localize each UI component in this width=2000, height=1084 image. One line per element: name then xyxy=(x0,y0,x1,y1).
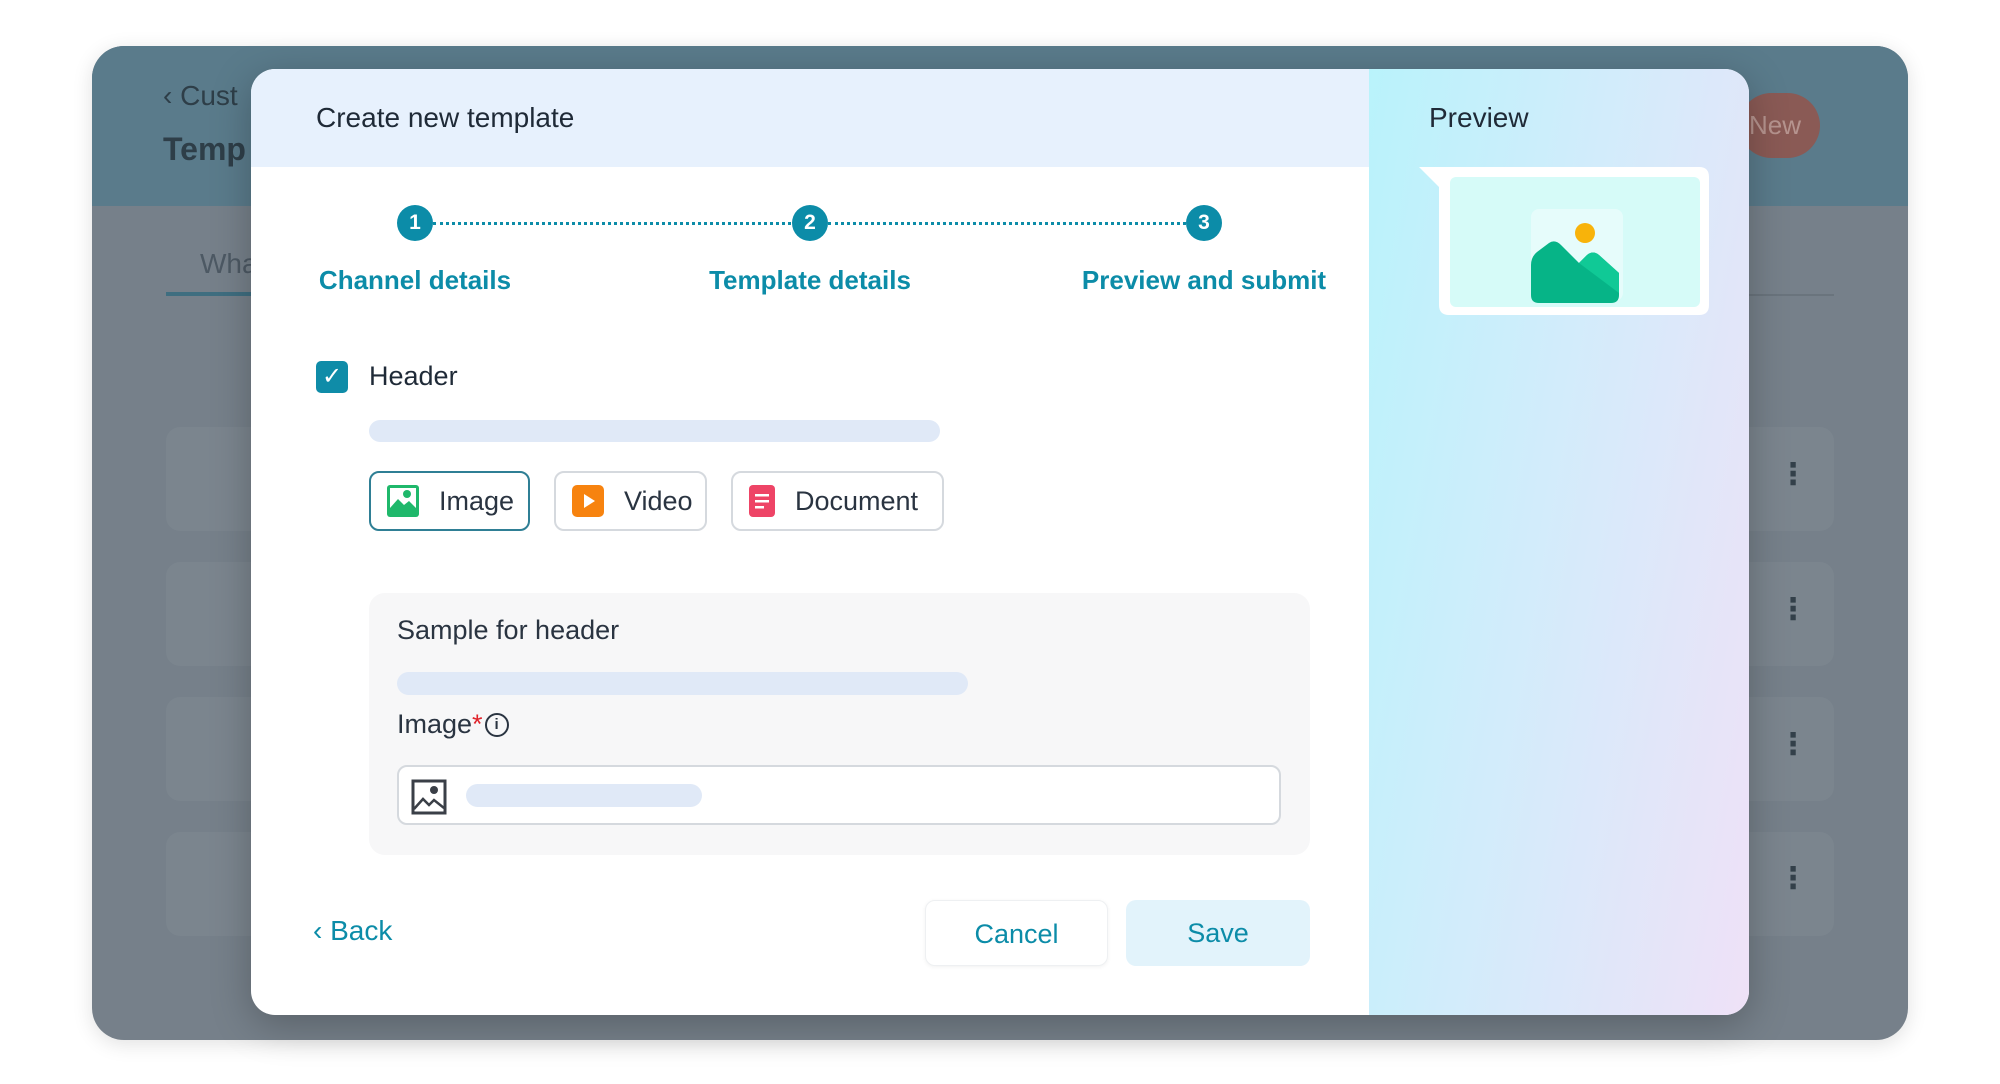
skeleton-bar xyxy=(369,420,940,442)
more-icon[interactable]: ⋮ xyxy=(1778,595,1808,625)
image-placeholder-icon xyxy=(411,779,447,815)
step-1-label[interactable]: Channel details xyxy=(319,265,511,296)
media-type-video-button[interactable]: Video xyxy=(554,471,707,531)
media-type-label: Video xyxy=(624,485,693,516)
background-back-link[interactable]: ‹ Cust xyxy=(163,80,238,112)
image-field-label: Image * i xyxy=(397,709,509,740)
preview-title: Preview xyxy=(1429,102,1529,133)
step-1-indicator[interactable]: 1 xyxy=(397,205,433,241)
image-icon xyxy=(387,485,419,517)
skeleton-bar xyxy=(397,672,968,695)
header-checkbox-label: Header xyxy=(369,361,458,391)
more-icon[interactable]: ⋮ xyxy=(1778,460,1808,490)
media-type-image-button[interactable]: Image xyxy=(369,471,530,531)
media-type-document-button[interactable]: Document xyxy=(731,471,944,531)
field-label-text: Image xyxy=(397,709,473,739)
image-placeholder-icon xyxy=(1531,209,1623,303)
document-icon xyxy=(749,485,775,517)
cancel-button[interactable]: Cancel xyxy=(925,900,1108,966)
media-type-label: Document xyxy=(795,485,919,516)
step-2-indicator[interactable]: 2 xyxy=(792,205,828,241)
sample-section: Sample for header Image * i xyxy=(369,593,1310,855)
stepper-connector xyxy=(828,222,1205,225)
required-mark: * xyxy=(472,709,483,739)
info-icon[interactable]: i xyxy=(484,712,509,737)
stepper-connector xyxy=(433,222,810,225)
preview-panel: Preview xyxy=(1369,69,1749,1015)
video-icon xyxy=(572,485,604,517)
back-label: Back xyxy=(330,915,393,946)
header-checkbox[interactable]: ✓ xyxy=(316,361,348,393)
sample-title: Sample for header xyxy=(397,615,620,645)
step-3-indicator[interactable]: 3 xyxy=(1186,205,1222,241)
step-3-label[interactable]: Preview and submit xyxy=(1082,265,1326,296)
create-template-modal: Create new template 1 2 3 Channel detail… xyxy=(251,69,1749,1015)
media-type-label: Image xyxy=(439,485,515,516)
background-page-title: Temp xyxy=(163,131,246,167)
background-tab[interactable]: Wha xyxy=(200,248,258,280)
image-upload-input[interactable] xyxy=(397,765,1281,825)
modal-title: Create new template xyxy=(316,102,575,133)
save-button[interactable]: Save xyxy=(1126,900,1310,966)
skeleton-bar xyxy=(466,784,702,807)
more-icon[interactable]: ⋮ xyxy=(1778,730,1808,760)
new-button[interactable]: New xyxy=(1739,93,1820,158)
more-icon[interactable]: ⋮ xyxy=(1778,864,1808,894)
back-link-text: Cust xyxy=(180,80,238,111)
step-2-label[interactable]: Template details xyxy=(709,265,911,296)
back-button[interactable]: ‹ Back xyxy=(313,915,392,947)
